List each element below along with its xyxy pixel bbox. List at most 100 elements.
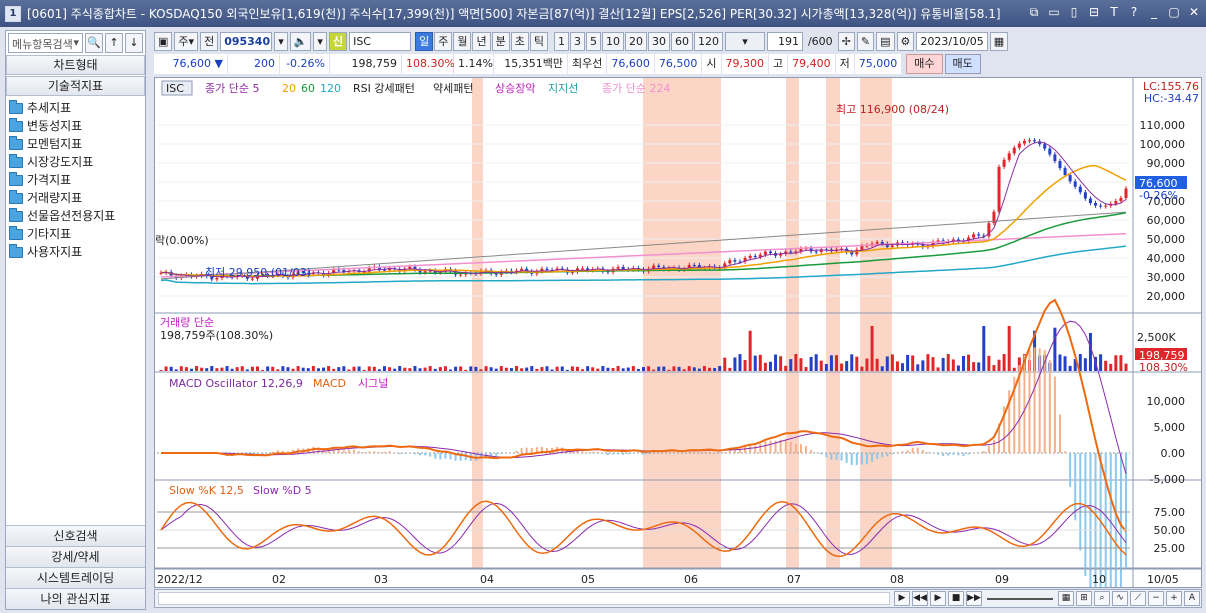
chart-icon[interactable]: ⊞: [1076, 591, 1092, 606]
save-icon[interactable]: ▤: [876, 31, 895, 51]
settings-icon[interactable]: ⚙: [896, 31, 915, 51]
macd-osc-bar: [373, 451, 376, 453]
macd-osc-bar: [764, 441, 767, 453]
scroll-prev-icon[interactable]: ◀◀: [912, 591, 928, 606]
tech-indicator-header[interactable]: 기술적지표: [6, 76, 145, 96]
split-icon[interactable]: ⊟: [1086, 4, 1102, 20]
candle-body: [1119, 197, 1123, 202]
nums-5[interactable]: 30: [647, 31, 670, 51]
chart-scrollbar[interactable]: ▶ ◀◀ ▶ ■ ▶▶ ▦ ⊞ ⌕ ∿ ⟋ − + A: [154, 589, 1202, 608]
interval-select[interactable]: ▾: [724, 31, 765, 51]
grid-icon[interactable]: ▦: [1058, 591, 1074, 606]
candle-body: [1043, 144, 1047, 149]
macd-osc-bar: [871, 453, 874, 463]
buy-button[interactable]: 매수: [906, 54, 943, 74]
trend-icon[interactable]: ⟋: [1130, 591, 1146, 606]
sidebar-bottom-0[interactable]: 신호검색: [6, 525, 145, 546]
sidebar-bottom-3[interactable]: 나의 관심지표: [6, 588, 145, 609]
nums-1[interactable]: 3: [569, 31, 585, 51]
down-arrow-icon[interactable]: ↓: [125, 33, 143, 53]
restore-icon[interactable]: ⧉: [1026, 4, 1042, 20]
minimize-icon[interactable]: _: [1146, 4, 1162, 20]
stock-code-input[interactable]: 095340: [220, 31, 273, 51]
nums-7[interactable]: 120: [693, 31, 723, 51]
volume-bar: [357, 366, 361, 371]
sidebar-item-5[interactable]: 거래량지표: [9, 189, 145, 207]
draw-icon[interactable]: ✎: [856, 31, 875, 51]
nums-0[interactable]: 1: [553, 31, 569, 51]
volume-bar: [499, 366, 503, 371]
tabs-2[interactable]: 월: [453, 31, 472, 51]
nums-6[interactable]: 60: [670, 31, 693, 51]
sidebar-item-8[interactable]: 사용자지표: [9, 243, 145, 261]
window-number[interactable]: 1: [5, 5, 21, 22]
zoom-icon[interactable]: ⌕: [1094, 591, 1110, 606]
sidebar-bottom-2[interactable]: 시스템트레이딩: [6, 567, 145, 588]
pin-icon[interactable]: T: [1106, 4, 1122, 20]
sidebar-item-0[interactable]: 추세지표: [9, 99, 145, 117]
volume-bar: [814, 354, 818, 371]
volume-bar: [570, 366, 574, 371]
legend-item-3: 120: [320, 82, 341, 95]
new-badge[interactable]: 신: [328, 31, 348, 51]
volume-bar: [911, 355, 915, 371]
crosshair-icon[interactable]: ✢: [837, 31, 855, 51]
sell-button[interactable]: 매도: [944, 54, 981, 74]
volume-bar: [982, 326, 986, 371]
nums-3[interactable]: 10: [601, 31, 624, 51]
scroll-next-icon[interactable]: ▶▶: [966, 591, 982, 606]
macd-tick: 0.00: [1161, 447, 1186, 460]
macd-osc-bar: [591, 451, 594, 453]
tabs-4[interactable]: 분: [491, 31, 510, 51]
sidebar-item-2[interactable]: 모멘텀지표: [9, 135, 145, 153]
tabs-5[interactable]: 초: [510, 31, 529, 51]
search-icon[interactable]: 🔍: [85, 33, 103, 53]
sidebar-item-3[interactable]: 시장강도지표: [9, 153, 145, 171]
tile-icon[interactable]: ▭: [1046, 4, 1062, 20]
prev-button[interactable]: 전: [200, 31, 219, 51]
scroll-track[interactable]: [158, 592, 890, 605]
close-icon[interactable]: ✕: [1186, 4, 1202, 20]
stop-icon[interactable]: ■: [948, 591, 964, 606]
maximize-icon[interactable]: ▢: [1166, 4, 1182, 20]
stock-chart[interactable]: 110,000100,00090,00080,00070,00060,00050…: [154, 77, 1202, 613]
zoom-in-icon[interactable]: +: [1166, 591, 1182, 606]
macd-osc-bar: [601, 453, 604, 454]
menu-dropdown-icon[interactable]: ▾: [313, 31, 327, 51]
sidebar-item-1[interactable]: 변동성지표: [9, 117, 145, 135]
chart-menu-icon[interactable]: ▣: [154, 31, 173, 51]
date-input[interactable]: 2023/10/05: [916, 31, 988, 51]
tabs-0[interactable]: 일: [415, 31, 434, 51]
volume-bar: [474, 366, 478, 371]
macd-osc-bar: [881, 453, 884, 457]
link-icon[interactable]: ▯: [1066, 4, 1082, 20]
zoom-out-icon[interactable]: −: [1148, 591, 1164, 606]
period-select[interactable]: 주▾: [174, 31, 199, 51]
dropdown-icon[interactable]: ▾: [73, 36, 79, 50]
volume-bar: [261, 369, 265, 371]
nums-4[interactable]: 20: [624, 31, 647, 51]
code-dropdown-icon[interactable]: ▾: [274, 31, 288, 51]
help-icon[interactable]: ?: [1126, 4, 1142, 20]
sidebar-item-7[interactable]: 기타지표: [9, 225, 145, 243]
chart-type-button[interactable]: 차트형태: [6, 55, 145, 75]
tabs-3[interactable]: 년: [472, 31, 491, 51]
wave-icon[interactable]: ∿: [1112, 591, 1128, 606]
zoom-slider[interactable]: [987, 597, 1053, 600]
bar-count-input[interactable]: 191: [766, 31, 803, 51]
sidebar-bottom-1[interactable]: 강세/약세: [6, 546, 145, 567]
sidebar-item-4[interactable]: 가격지표: [9, 171, 145, 189]
auto-icon[interactable]: A: [1184, 591, 1200, 606]
menu-search-input[interactable]: 메뉴항목검색 ▾: [8, 33, 83, 53]
up-arrow-icon[interactable]: ↑: [105, 33, 123, 53]
nums-2[interactable]: 5: [585, 31, 601, 51]
tabs-1[interactable]: 주: [434, 31, 453, 51]
scroll-right-icon[interactable]: ▶: [894, 591, 910, 606]
sidebar-item-6[interactable]: 선물옵션전용지표: [9, 207, 145, 225]
sound-icon[interactable]: 🔈: [289, 31, 312, 51]
play-icon[interactable]: ▶: [930, 591, 946, 606]
volume-bar: [271, 366, 275, 371]
calendar-icon[interactable]: ▦: [989, 31, 1009, 51]
tabs-6[interactable]: 틱: [529, 31, 548, 51]
chart-canvas[interactable]: 110,000100,00090,00080,00070,00060,00050…: [155, 78, 1201, 613]
